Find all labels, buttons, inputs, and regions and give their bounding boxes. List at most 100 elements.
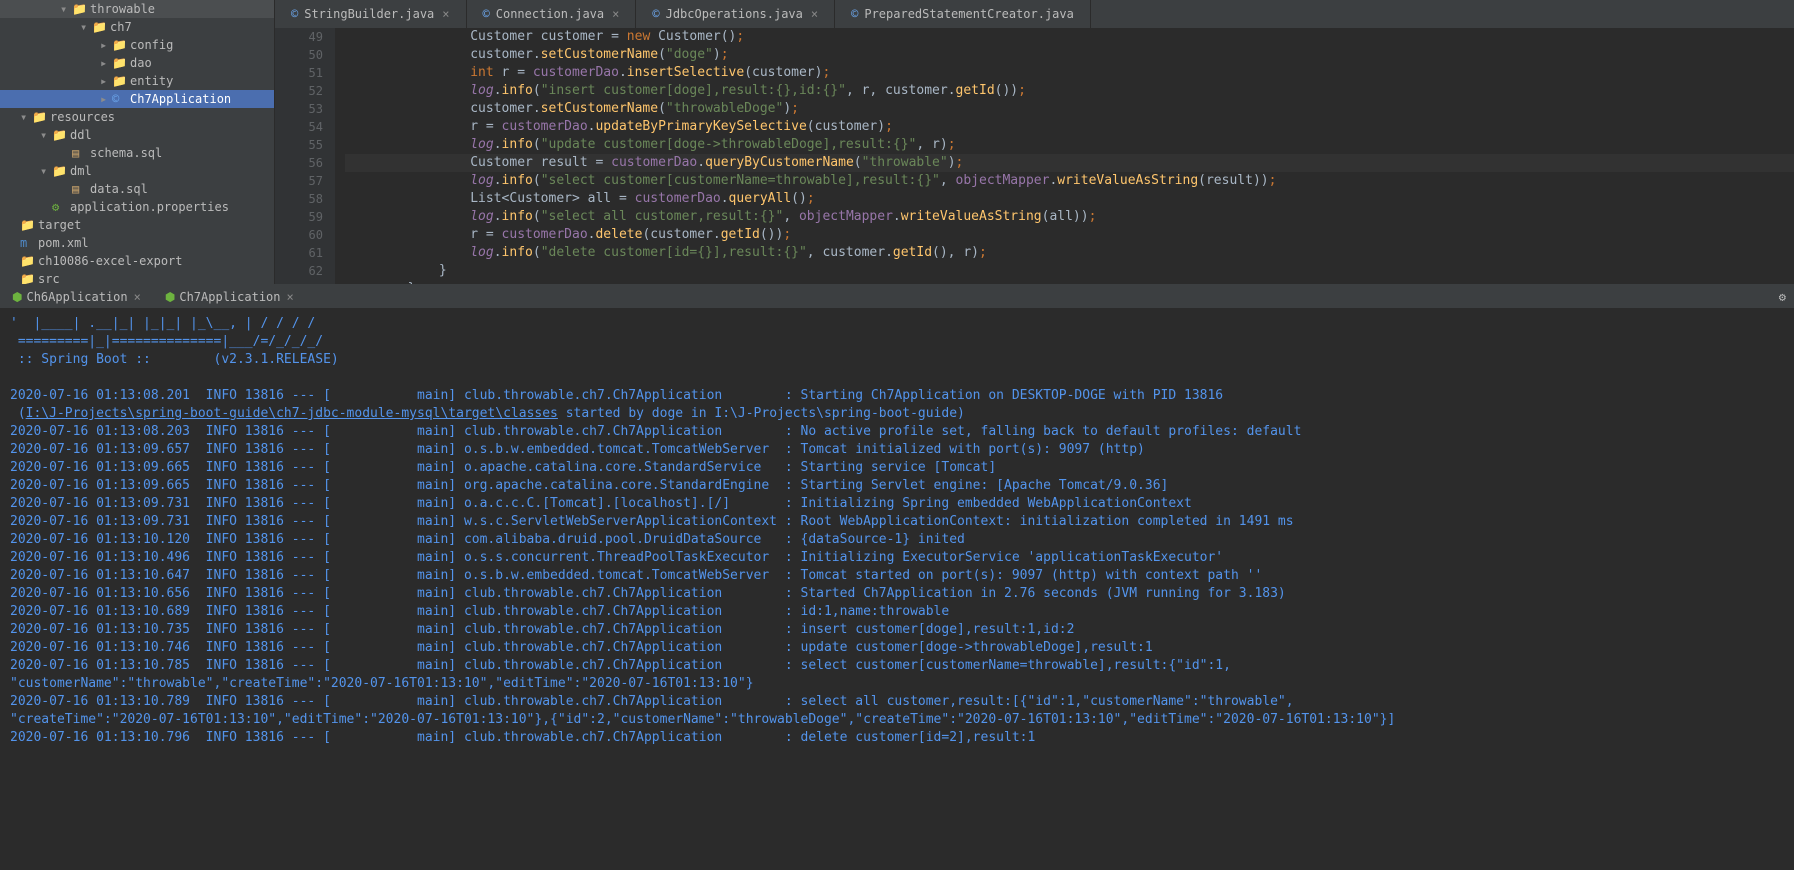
tree-item-label: src	[38, 272, 60, 284]
tree-item-label: ddl	[70, 128, 92, 142]
code-line[interactable]: log.info("delete customer[id={}],result:…	[345, 244, 1794, 262]
console-line: =========|_|==============|___/=/_/_/_/	[10, 333, 1784, 351]
line-number: 56	[275, 154, 323, 172]
line-number: 50	[275, 46, 323, 64]
tree-arrow-icon[interactable]	[100, 74, 110, 88]
tree-item-label: dao	[130, 56, 152, 70]
tree-item-entity[interactable]: 📁 entity	[0, 72, 274, 90]
tree-item-pom-xml[interactable]: mpom.xml	[0, 234, 274, 252]
close-icon[interactable]: ×	[442, 7, 449, 21]
tree-item-application-properties[interactable]: ⚙application.properties	[0, 198, 274, 216]
gutter: 495051525354555657585960616263	[275, 28, 335, 284]
tree-item-label: entity	[130, 74, 173, 88]
console-tab-ch7application[interactable]: ⬢Ch7Application×	[153, 285, 306, 308]
editor-tabs: ©StringBuilder.java×©Connection.java×©Jd…	[275, 0, 1794, 28]
tree-item-label: ch7	[110, 20, 132, 34]
console-tab-ch6application[interactable]: ⬢Ch6Application×	[0, 285, 153, 308]
console-line: 2020-07-16 01:13:10.120 INFO 13816 --- […	[10, 531, 1784, 549]
tree-item-ch7[interactable]: 📁ch7	[0, 18, 274, 36]
console-line: 2020-07-16 01:13:10.656 INFO 13816 --- […	[10, 585, 1784, 603]
tree-item-ddl[interactable]: 📁 ddl	[0, 126, 274, 144]
line-number: 53	[275, 100, 323, 118]
console-line: 2020-07-16 01:13:10.785 INFO 13816 --- […	[10, 657, 1784, 675]
code-line[interactable]: List<Customer> all = customerDao.queryAl…	[345, 190, 1794, 208]
tree-item-label: config	[130, 38, 173, 52]
code-content[interactable]: Customer customer = new Customer(); cust…	[335, 28, 1794, 284]
line-number: 63	[275, 280, 323, 284]
tree-item-data-sql[interactable]: ▤data.sql	[0, 180, 274, 198]
tree-item-config[interactable]: 📁 config	[0, 36, 274, 54]
tree-item-label: application.properties	[70, 200, 229, 214]
code-line[interactable]: log.info("select all customer,result:{}"…	[345, 208, 1794, 226]
tree-item-schema-sql[interactable]: ▤schema.sql	[0, 144, 274, 162]
tree-item-label: pom.xml	[38, 236, 89, 250]
code-line[interactable]: customer.setCustomerName("throwableDoge"…	[345, 100, 1794, 118]
tree-item-ch10086-excel-export[interactable]: 📁ch10086-excel-export	[0, 252, 274, 270]
console-line: 2020-07-16 01:13:10.735 INFO 13816 --- […	[10, 621, 1784, 639]
folder-icon: 📁	[112, 38, 126, 52]
code-line[interactable]: customer.setCustomerName("doge");	[345, 46, 1794, 64]
line-number: 58	[275, 190, 323, 208]
tree-arrow-icon[interactable]	[80, 20, 90, 34]
code-line[interactable]: r = customerDao.delete(customer.getId())…	[345, 226, 1794, 244]
line-number: 49	[275, 28, 323, 46]
tree-item-dao[interactable]: 📁dao	[0, 54, 274, 72]
console-line: 2020-07-16 01:13:10.796 INFO 13816 --- […	[10, 729, 1784, 747]
java-icon: ©	[483, 7, 490, 21]
line-number: 59	[275, 208, 323, 226]
tree-arrow-icon[interactable]	[40, 164, 50, 178]
code-line[interactable]: Customer result = customerDao.queryByCus…	[345, 154, 1794, 172]
close-icon[interactable]: ×	[134, 290, 141, 304]
tree-arrow-icon[interactable]	[40, 128, 50, 142]
gear-icon[interactable]: ⚙	[1779, 290, 1786, 304]
tree-arrow-icon[interactable]	[60, 2, 70, 16]
console-line: 2020-07-16 01:13:10.789 INFO 13816 --- […	[10, 693, 1784, 711]
console-link[interactable]: I:\J-Projects\spring-boot-guide\ch7-jdbc…	[26, 406, 558, 421]
editor-tab-stringbuilder-java[interactable]: ©StringBuilder.java×	[275, 0, 467, 28]
code-line[interactable]: log.info("update customer[doge->throwabl…	[345, 136, 1794, 154]
console-line: ' |____| .__|_| |_|_| |_\__, | / / / /	[10, 315, 1784, 333]
tree-arrow-icon[interactable]	[20, 110, 30, 124]
console-line: 2020-07-16 01:13:09.657 INFO 13816 --- […	[10, 441, 1784, 459]
editor-tab-connection-java[interactable]: ©Connection.java×	[467, 0, 637, 28]
tree-item-dml[interactable]: 📁dml	[0, 162, 274, 180]
console-line: 2020-07-16 01:13:10.746 INFO 13816 --- […	[10, 639, 1784, 657]
folder-icon: 📁	[72, 2, 86, 16]
code-line[interactable]: r = customerDao.updateByPrimaryKeySelect…	[345, 118, 1794, 136]
console-output[interactable]: ' |____| .__|_| |_|_| |_\__, | / / / / =…	[0, 309, 1794, 870]
tree-arrow-icon[interactable]	[100, 38, 110, 52]
console-line: 2020-07-16 01:13:09.731 INFO 13816 --- […	[10, 513, 1784, 531]
line-number: 61	[275, 244, 323, 262]
tree-arrow-icon[interactable]	[100, 56, 110, 70]
code-line[interactable]: log.info("insert customer[doge],result:{…	[345, 82, 1794, 100]
code-line[interactable]: }	[345, 280, 1794, 284]
tree-item-src[interactable]: 📁src	[0, 270, 274, 284]
close-icon[interactable]: ×	[612, 7, 619, 21]
tree-item-resources[interactable]: 📁resources	[0, 108, 274, 126]
tree-item-throwable[interactable]: 📁 throwable	[0, 0, 274, 18]
console-line: 2020-07-16 01:13:09.665 INFO 13816 --- […	[10, 459, 1784, 477]
sql-icon: ▤	[72, 182, 86, 196]
editor-tab-jdbcoperations-java[interactable]: ©JdbcOperations.java×	[636, 0, 835, 28]
console-line: 2020-07-16 01:13:08.203 INFO 13816 --- […	[10, 423, 1784, 441]
project-tree: 📁throwable📁ch7📁config📁dao📁entity©Ch7Appl…	[0, 0, 275, 284]
folder-orange-icon: 📁	[20, 218, 34, 232]
tree-arrow-icon[interactable]	[100, 92, 110, 106]
folder-icon: 📁	[52, 128, 66, 142]
editor-tab-preparedstatementcreator-java[interactable]: ©PreparedStatementCreator.java	[835, 0, 1091, 28]
close-icon[interactable]: ×	[811, 7, 818, 21]
code-line[interactable]: log.info("select customer[customerName=t…	[345, 172, 1794, 190]
tree-item-label: throwable	[90, 2, 155, 16]
folder-icon: 📁	[52, 164, 66, 178]
tree-item-ch7application[interactable]: ©Ch7Application	[0, 90, 274, 108]
tree-item-label: Ch7Application	[130, 92, 231, 106]
folder-icon: 📁	[112, 74, 126, 88]
close-icon[interactable]: ×	[287, 290, 294, 304]
tree-item-target[interactable]: 📁target	[0, 216, 274, 234]
code-line[interactable]: Customer customer = new Customer();	[345, 28, 1794, 46]
line-number: 62	[275, 262, 323, 280]
console-tab-label: Ch7Application	[179, 290, 280, 304]
code-line[interactable]: int r = customerDao.insertSelective(cust…	[345, 64, 1794, 82]
line-number: 57	[275, 172, 323, 190]
code-line[interactable]: }	[345, 262, 1794, 280]
